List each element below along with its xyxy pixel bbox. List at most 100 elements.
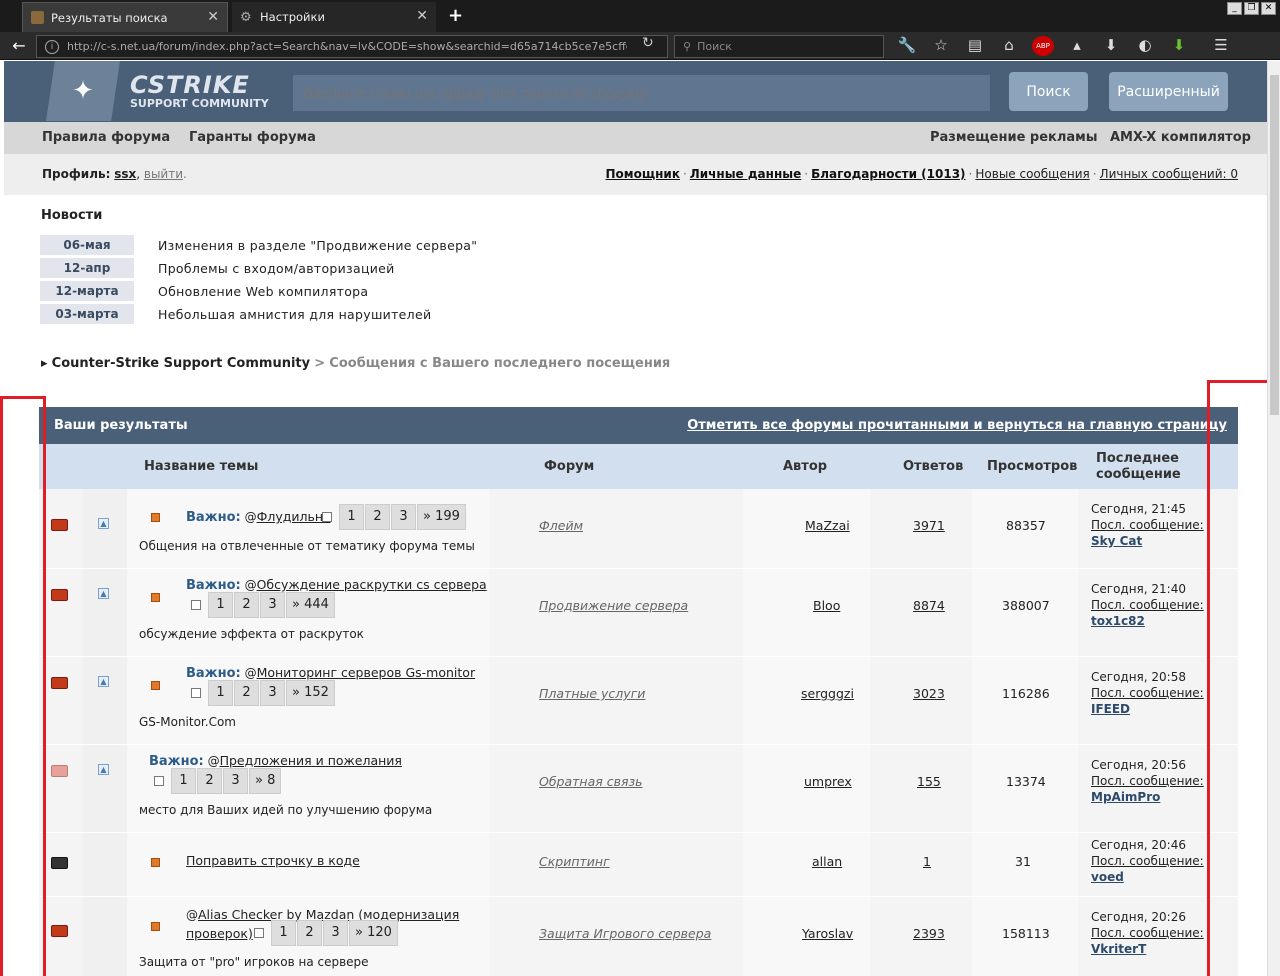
extension-icon[interactable]: ▴ <box>1066 36 1088 56</box>
adblock-icon[interactable]: ABP <box>1032 36 1054 56</box>
replies-count[interactable]: 8874 <box>913 598 945 613</box>
last-page-link[interactable]: » 8 <box>249 768 282 794</box>
replies-count[interactable]: 3023 <box>913 686 945 701</box>
nav-forum-guarantors[interactable]: Гаранты форума <box>189 130 316 145</box>
last-post-user[interactable]: IFEED <box>1091 701 1204 717</box>
back-arrow-icon[interactable]: ← <box>8 36 30 56</box>
copy-link-icon[interactable] <box>191 688 201 698</box>
page-link[interactable]: 2 <box>234 592 259 618</box>
page-link[interactable]: 1 <box>208 680 233 706</box>
home-icon[interactable]: ⌂ <box>998 36 1020 56</box>
page-link[interactable]: 2 <box>197 768 222 794</box>
page-link[interactable]: 1 <box>208 592 233 618</box>
last-page-link[interactable]: » 199 <box>417 504 466 530</box>
author-link[interactable]: umprex <box>804 774 852 789</box>
private-messages-link[interactable]: Личных сообщений: 0 <box>1100 167 1238 181</box>
logout-link[interactable]: выйти <box>144 167 183 181</box>
page-link[interactable]: 3 <box>260 592 285 618</box>
mark-all-read-link[interactable]: Отметить все форумы прочитанными и верну… <box>687 418 1227 433</box>
author-link[interactable]: Bloo <box>813 598 840 613</box>
topic-link[interactable]: Обсуждение раскрутки cs сервера <box>257 577 487 592</box>
page-link[interactable]: 3 <box>323 920 348 946</box>
forum-link[interactable]: Продвижение сервера <box>539 598 688 613</box>
reload-icon[interactable]: ↻ <box>642 35 654 51</box>
news-text[interactable]: Проблемы с входом/авторизацией <box>158 261 395 276</box>
info-icon[interactable]: i <box>45 39 59 54</box>
minimize-button[interactable]: _ <box>1227 2 1242 15</box>
advanced-search-button[interactable]: Расширенный <box>1109 72 1228 111</box>
forum-link[interactable]: Скриптинг <box>539 854 610 869</box>
last-post-link[interactable]: Посл. сообщение: <box>1091 597 1204 613</box>
copy-link-icon[interactable] <box>154 776 164 786</box>
copy-link-icon[interactable] <box>254 928 264 938</box>
author-link[interactable]: Yaroslav <box>802 926 853 941</box>
last-post-user[interactable]: VkriterT <box>1091 941 1204 957</box>
site-logo[interactable]: ✦ CSTRIKE SUPPORT COMMUNITY <box>42 61 272 121</box>
forum-search-input[interactable] <box>293 75 990 111</box>
topic-link[interactable]: Мониторинг серверов Gs-monitor <box>257 665 476 680</box>
last-post-link[interactable]: Посл. сообщение: <box>1091 853 1204 869</box>
thanks-link[interactable]: Благодарности (1013) <box>811 167 965 181</box>
nav-advertising[interactable]: Размещение рекламы <box>930 130 1098 145</box>
new-tab-button[interactable]: + <box>448 5 463 26</box>
forum-link[interactable]: Обратная связь <box>539 774 643 789</box>
last-post-user[interactable]: MpAimPro <box>1091 789 1204 805</box>
download-icon[interactable]: ⬇ <box>1100 36 1122 56</box>
forum-link[interactable]: Платные услуги <box>539 686 645 701</box>
green-download-icon[interactable]: ⬇ <box>1168 36 1190 56</box>
menu-icon[interactable]: ☰ <box>1210 36 1232 56</box>
replies-count[interactable]: 2393 <box>913 926 945 941</box>
last-post-user[interactable]: Sky Cat <box>1091 533 1204 549</box>
page-scrollbar[interactable] <box>1267 61 1280 976</box>
nav-forum-rules[interactable]: Правила форума <box>42 130 170 145</box>
forum-link[interactable]: Защита Игрового сервера <box>539 926 711 941</box>
page-link[interactable]: 1 <box>271 920 296 946</box>
browser-search-input[interactable]: ⚲ Поиск <box>674 35 884 58</box>
last-post-link[interactable]: Посл. сообщение: <box>1091 685 1204 701</box>
copy-link-icon[interactable] <box>322 512 332 522</box>
bookmark-star-icon[interactable]: ☆ <box>930 36 952 56</box>
wrench-icon[interactable]: 🔧 <box>896 36 918 56</box>
author-link[interactable]: allan <box>812 854 842 869</box>
nav-amxx-compiler[interactable]: AMX-X компилятор <box>1110 130 1251 145</box>
page-link[interactable]: 1 <box>339 504 364 530</box>
url-bar[interactable]: i http://c-s.net.ua/forum/index.php?act=… <box>36 35 668 58</box>
topic-link[interactable]: Поправить строчку в коде <box>186 853 360 868</box>
search-button[interactable]: Поиск <box>1009 72 1088 111</box>
last-post-link[interactable]: Посл. сообщение: <box>1091 517 1204 533</box>
helper-link[interactable]: Помощник <box>606 167 680 181</box>
copy-link-icon[interactable] <box>191 600 201 610</box>
author-link[interactable]: MaZzai <box>805 518 850 533</box>
last-page-link[interactable]: » 444 <box>286 592 335 618</box>
close-icon[interactable]: ✕ <box>416 8 428 24</box>
page-link[interactable]: 3 <box>223 768 248 794</box>
author-link[interactable]: sergggzi <box>801 686 854 701</box>
last-post-link[interactable]: Посл. сообщение: <box>1091 773 1204 789</box>
page-link[interactable]: 1 <box>171 768 196 794</box>
last-post-link[interactable]: Посл. сообщение: <box>1091 925 1204 941</box>
breadcrumb-home-link[interactable]: Counter-Strike Support Community <box>52 356 310 371</box>
reading-list-icon[interactable]: ▤ <box>964 36 986 56</box>
topic-link[interactable]: Флудильня <box>257 509 331 524</box>
close-window-button[interactable]: ✕ <box>1261 2 1276 15</box>
news-text[interactable]: Обновление Web компилятора <box>158 284 368 299</box>
replies-count[interactable]: 1 <box>923 854 931 869</box>
replies-count[interactable]: 3971 <box>913 518 945 533</box>
personal-data-link[interactable]: Личные данные <box>690 167 801 181</box>
new-posts-link[interactable]: Новые сообщения <box>975 167 1089 181</box>
profile-username-link[interactable]: ssx <box>114 167 136 181</box>
replies-count[interactable]: 155 <box>917 774 941 789</box>
mask-icon[interactable]: ◐ <box>1134 36 1156 56</box>
page-link[interactable]: 2 <box>365 504 390 530</box>
news-text[interactable]: Небольшая амнистия для нарушителей <box>158 307 431 322</box>
page-link[interactable]: 3 <box>391 504 416 530</box>
page-link[interactable]: 2 <box>234 680 259 706</box>
topic-link-continued[interactable]: проверок) <box>186 926 253 941</box>
restore-button[interactable]: ❐ <box>1244 2 1259 15</box>
tab-search-results[interactable]: Результаты поиска ✕ <box>22 2 228 32</box>
close-icon[interactable]: ✕ <box>207 9 219 25</box>
news-text[interactable]: Изменения в разделе "Продвижение сервера… <box>158 238 477 253</box>
last-page-link[interactable]: » 120 <box>349 920 398 946</box>
page-link[interactable]: 3 <box>260 680 285 706</box>
last-post-user[interactable]: voed <box>1091 869 1204 885</box>
